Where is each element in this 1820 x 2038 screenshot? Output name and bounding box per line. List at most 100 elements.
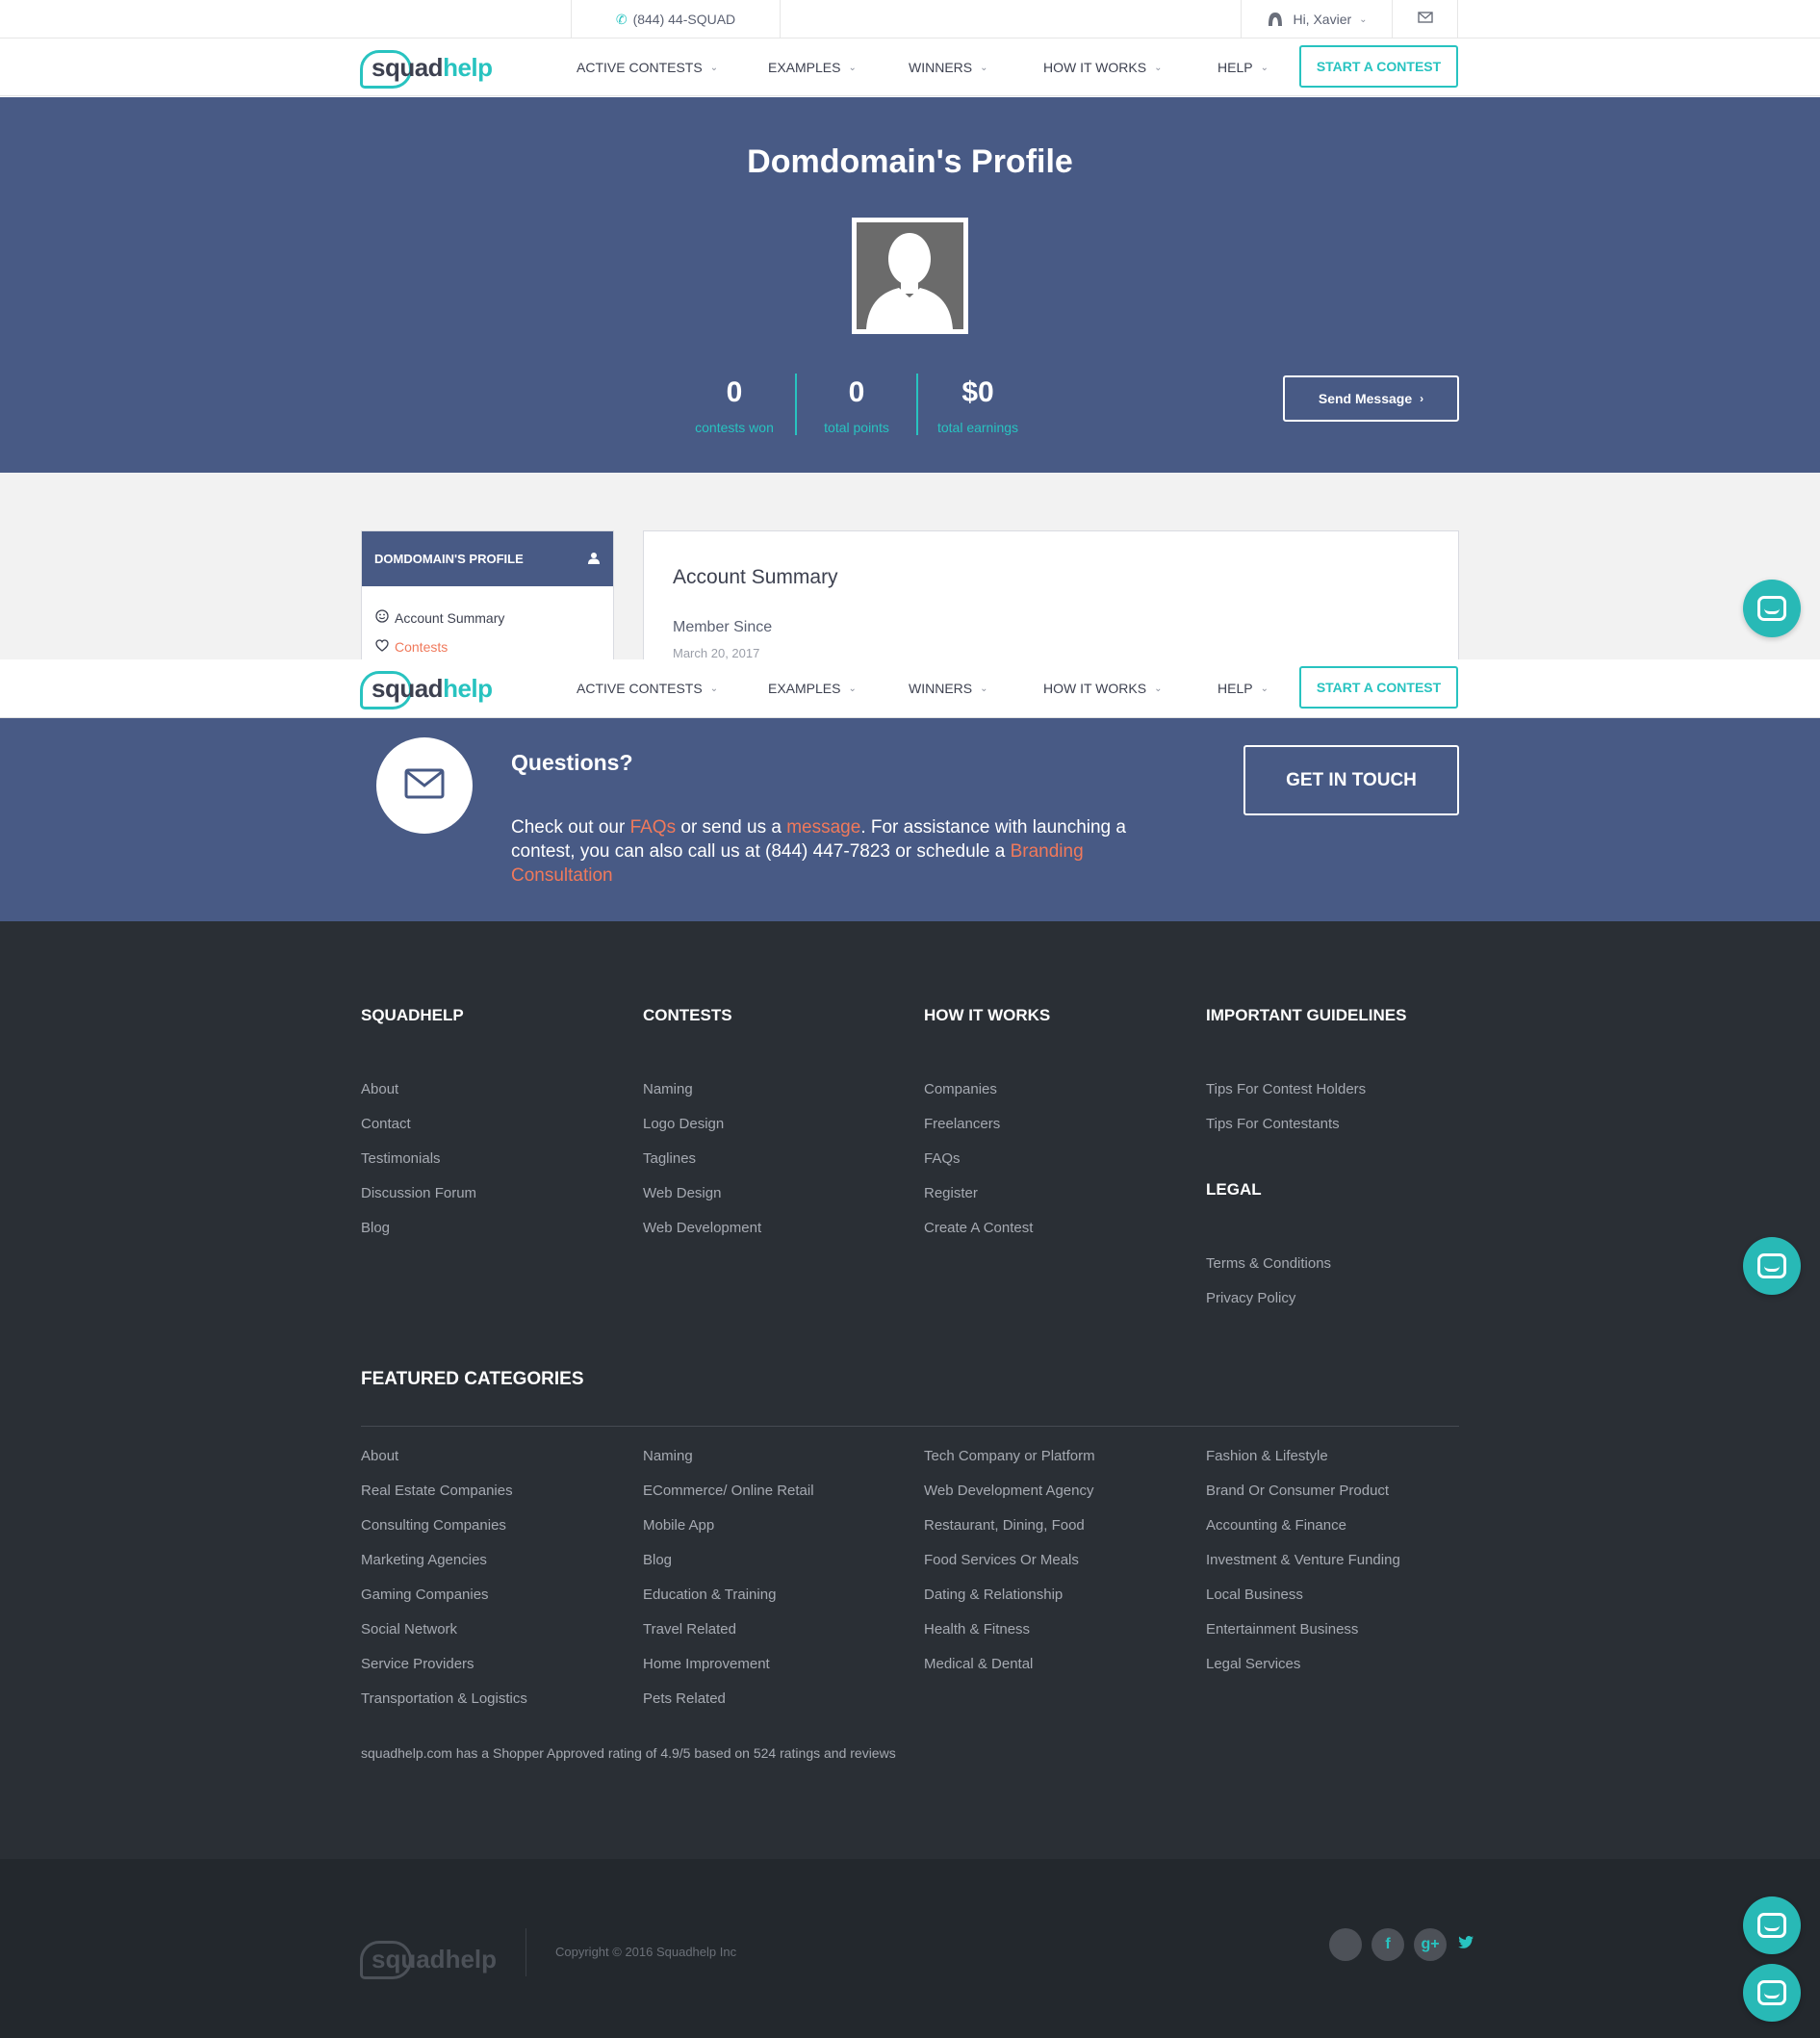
user-menu[interactable]: Hi, Xavier ⌄ bbox=[1241, 0, 1392, 39]
footer-link[interactable]: Testimonials bbox=[361, 1149, 630, 1184]
sidebar-item-contests[interactable]: Contests bbox=[362, 639, 613, 655]
shopper-approved-rating[interactable]: squadhelp.com has a Shopper Approved rat… bbox=[361, 1745, 896, 1761]
start-contest-button[interactable]: START A CONTEST bbox=[1299, 666, 1458, 709]
faqs-link[interactable]: FAQs bbox=[630, 817, 677, 838]
message-link[interactable]: message bbox=[786, 817, 860, 838]
nav-menu: ACTIVE CONTESTS ⌄ EXAMPLES ⌄ WINNERS ⌄ HOW … bbox=[577, 39, 1295, 96]
category-link[interactable]: Fashion & Lifestyle bbox=[1206, 1447, 1400, 1482]
footer-column-how-it-works: HOW IT WORKS Companies Freelancers FAQs … bbox=[924, 1006, 1193, 1253]
twitter-icon[interactable] bbox=[1456, 1936, 1475, 1953]
logo-text-help: help bbox=[445, 1945, 498, 1974]
nav-item-active-contests[interactable]: ACTIVE CONTESTS ⌄ bbox=[577, 60, 768, 75]
footer-link[interactable]: Taglines bbox=[643, 1149, 912, 1184]
category-link[interactable]: Consulting Companies bbox=[361, 1516, 527, 1551]
default-avatar-icon bbox=[857, 222, 963, 329]
category-link[interactable]: Local Business bbox=[1206, 1586, 1400, 1620]
footer-bottom-bar: squadhelp Copyright © 2016 Squadhelp Inc… bbox=[0, 1859, 1820, 2038]
footer-link[interactable]: Register bbox=[924, 1184, 1193, 1219]
messages-button[interactable] bbox=[1392, 0, 1458, 39]
send-message-label: Send Message bbox=[1318, 391, 1413, 406]
category-link[interactable]: Accounting & Finance bbox=[1206, 1516, 1400, 1551]
category-link[interactable]: Health & Fitness bbox=[924, 1620, 1095, 1655]
nav-item-winners[interactable]: WINNERS ⌄ bbox=[909, 681, 1043, 696]
social-circle-icon[interactable] bbox=[1329, 1928, 1362, 1961]
nav-item-how-it-works[interactable]: HOW IT WORKS ⌄ bbox=[1043, 681, 1218, 696]
start-contest-button[interactable]: START A CONTEST bbox=[1299, 45, 1458, 88]
google-plus-icon[interactable]: g+ bbox=[1414, 1928, 1447, 1961]
category-link[interactable]: Entertainment Business bbox=[1206, 1620, 1400, 1655]
footer-link[interactable]: Logo Design bbox=[643, 1115, 912, 1149]
chevron-right-icon: › bbox=[1420, 392, 1424, 405]
squadhelp-logo[interactable]: squadhelp bbox=[360, 669, 493, 709]
nav-item-examples[interactable]: EXAMPLES ⌄ bbox=[768, 60, 909, 75]
category-link[interactable]: Social Network bbox=[361, 1620, 527, 1655]
category-link[interactable]: Marketing Agencies bbox=[361, 1551, 527, 1586]
nav-item-help[interactable]: HELP ⌄ bbox=[1218, 681, 1295, 696]
category-link[interactable]: Travel Related bbox=[643, 1620, 814, 1655]
stat-label: total earnings bbox=[936, 420, 1019, 435]
category-link[interactable]: Service Providers bbox=[361, 1655, 527, 1690]
footer-link[interactable]: FAQs bbox=[924, 1149, 1193, 1184]
logo-text-help: help bbox=[443, 52, 493, 82]
footer-link[interactable]: Companies bbox=[924, 1080, 1193, 1115]
sidebar-item-account-summary[interactable]: Account Summary bbox=[362, 609, 613, 626]
divider bbox=[525, 1928, 526, 1976]
featured-column-1: About Real Estate Companies Consulting C… bbox=[361, 1447, 527, 1724]
category-link[interactable]: Blog bbox=[643, 1551, 814, 1586]
category-link[interactable]: Investment & Venture Funding bbox=[1206, 1551, 1400, 1586]
category-link[interactable]: Education & Training bbox=[643, 1586, 814, 1620]
footer-link[interactable]: Web Design bbox=[643, 1184, 912, 1219]
nav-item-winners[interactable]: WINNERS ⌄ bbox=[909, 60, 1043, 75]
category-link[interactable]: Dating & Relationship bbox=[924, 1586, 1095, 1620]
send-message-button[interactable]: Send Message › bbox=[1283, 375, 1459, 422]
category-link[interactable]: Real Estate Companies bbox=[361, 1482, 527, 1516]
footer-link[interactable]: Web Development bbox=[643, 1219, 912, 1253]
category-link[interactable]: Tech Company or Platform bbox=[924, 1447, 1095, 1482]
category-link[interactable]: Home Improvement bbox=[643, 1655, 814, 1690]
nav-item-examples[interactable]: EXAMPLES ⌄ bbox=[768, 681, 909, 696]
chat-launcher-button[interactable] bbox=[1743, 1964, 1801, 2022]
footer-link[interactable]: Contact bbox=[361, 1115, 630, 1149]
category-link[interactable]: Pets Related bbox=[643, 1690, 814, 1724]
category-link[interactable]: Legal Services bbox=[1206, 1655, 1400, 1690]
footer-link[interactable]: Privacy Policy bbox=[1206, 1289, 1475, 1324]
category-link[interactable]: Brand Or Consumer Product bbox=[1206, 1482, 1400, 1516]
footer-link[interactable]: Blog bbox=[361, 1219, 630, 1253]
category-link[interactable]: About bbox=[361, 1447, 527, 1482]
category-link[interactable]: ECommerce/ Online Retail bbox=[643, 1482, 814, 1516]
nav-item-help[interactable]: HELP ⌄ bbox=[1218, 60, 1295, 75]
footer-link[interactable]: Discussion Forum bbox=[361, 1184, 630, 1219]
chat-launcher-button[interactable] bbox=[1743, 580, 1801, 637]
category-link[interactable]: Mobile App bbox=[643, 1516, 814, 1551]
footer-link[interactable]: Naming bbox=[643, 1080, 912, 1115]
questions-title: Questions? bbox=[511, 750, 633, 775]
stat-contests-won: 0 contests won bbox=[674, 374, 795, 435]
category-link[interactable]: Medical & Dental bbox=[924, 1655, 1095, 1690]
footer-link[interactable]: Freelancers bbox=[924, 1115, 1193, 1149]
category-link[interactable]: Web Development Agency bbox=[924, 1482, 1095, 1516]
footer-link[interactable]: Tips For Contestants bbox=[1206, 1115, 1475, 1149]
sidebar-item-label: Contests bbox=[395, 639, 449, 655]
social-links: f g+ bbox=[1329, 1928, 1475, 1961]
nav-item-label: HOW IT WORKS bbox=[1043, 60, 1147, 75]
facebook-icon[interactable]: f bbox=[1371, 1928, 1404, 1961]
footer-link[interactable]: Tips For Contest Holders bbox=[1206, 1080, 1475, 1115]
nav-item-active-contests[interactable]: ACTIVE CONTESTS ⌄ bbox=[577, 681, 768, 696]
chat-launcher-button[interactable] bbox=[1743, 1237, 1801, 1295]
chevron-down-icon: ⌄ bbox=[709, 62, 719, 73]
category-link[interactable]: Naming bbox=[643, 1447, 814, 1482]
nav-item-how-it-works[interactable]: HOW IT WORKS ⌄ bbox=[1043, 60, 1218, 75]
category-link[interactable]: Restaurant, Dining, Food bbox=[924, 1516, 1095, 1551]
category-link[interactable]: Food Services Or Meals bbox=[924, 1551, 1095, 1586]
chat-launcher-button[interactable] bbox=[1743, 1896, 1801, 1954]
phone-link[interactable]: ✆ (844) 44-SQUAD bbox=[571, 0, 781, 39]
chat-icon bbox=[1757, 1913, 1786, 1938]
category-link[interactable]: Gaming Companies bbox=[361, 1586, 527, 1620]
footer-link[interactable]: About bbox=[361, 1080, 630, 1115]
category-link[interactable]: Transportation & Logistics bbox=[361, 1690, 527, 1724]
footer-link[interactable]: Create A Contest bbox=[924, 1219, 1193, 1253]
footer-link[interactable]: Terms & Conditions bbox=[1206, 1254, 1475, 1289]
squadhelp-logo[interactable]: squadhelp bbox=[360, 48, 493, 89]
get-in-touch-button[interactable]: GET IN TOUCH bbox=[1243, 745, 1459, 815]
footer-column-title-legal: LEGAL bbox=[1206, 1180, 1262, 1199]
